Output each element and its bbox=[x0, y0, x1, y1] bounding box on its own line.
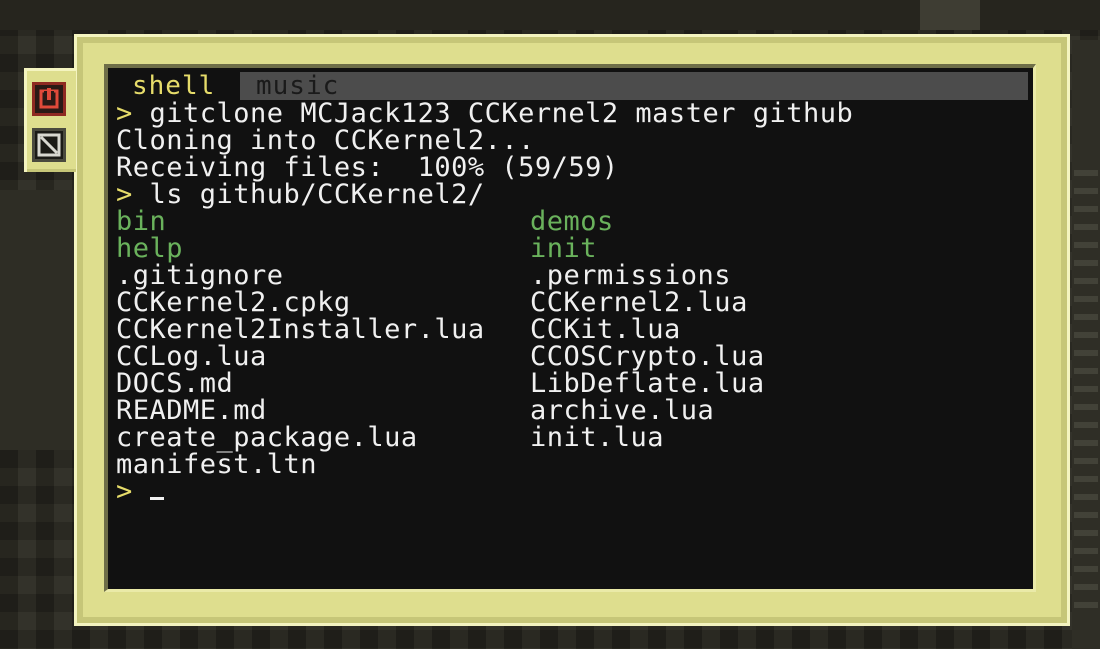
listing-directory: help bbox=[116, 233, 184, 264]
listing-directory: demos bbox=[530, 206, 614, 237]
listing-file: init.lua bbox=[530, 422, 665, 453]
terminal-line: Receiving files: 100% (59/59) bbox=[116, 152, 619, 183]
no-entry-icon bbox=[37, 133, 61, 157]
command-text: ls github/CCKernel2/ bbox=[149, 179, 485, 210]
listing-file: CCKit.lua bbox=[530, 314, 681, 345]
listing-file: .permissions bbox=[530, 260, 732, 291]
listing-file: CCKernel2.lua bbox=[530, 287, 748, 318]
world-edge-pattern bbox=[1074, 170, 1098, 610]
prompt-symbol: > bbox=[116, 476, 150, 507]
listing-file: DOCS.md bbox=[116, 368, 234, 399]
listing-file: README.md bbox=[116, 395, 267, 426]
tab-shell[interactable]: shell bbox=[112, 72, 240, 100]
listing-file: CCKernel2Installer.lua bbox=[116, 314, 485, 345]
listing-file: CCLog.lua bbox=[116, 341, 267, 372]
listing-directory: bin bbox=[116, 206, 167, 237]
input-line[interactable]: > bbox=[116, 478, 164, 505]
world-block-left bbox=[0, 190, 74, 450]
terminal-screen[interactable]: shell music > gitclone MCJack123 CCKerne… bbox=[104, 64, 1036, 592]
power-icon bbox=[39, 88, 59, 109]
tab-music[interactable]: music bbox=[240, 72, 440, 100]
listing-file: create_package.lua bbox=[116, 422, 418, 453]
terminal-line: > ls github/CCKernel2/ bbox=[116, 181, 485, 208]
listing-file: CCOSCrypto.lua bbox=[530, 341, 765, 372]
terminal-line: Cloning into CCKernel2... bbox=[116, 125, 535, 156]
listing-file: CCKernel2.cpkg bbox=[116, 287, 351, 318]
listing-directory: init bbox=[530, 233, 598, 264]
listing-file: manifest.ltn bbox=[116, 449, 318, 480]
listing-file: LibDeflate.lua bbox=[530, 368, 765, 399]
text-cursor bbox=[149, 497, 164, 500]
terminate-button[interactable] bbox=[32, 128, 66, 162]
power-button[interactable] bbox=[32, 82, 66, 116]
world-block-top-right bbox=[920, 0, 980, 30]
terminal-line: > gitclone MCJack123 CCKernel2 master gi… bbox=[116, 100, 853, 127]
listing-file: archive.lua bbox=[530, 395, 715, 426]
listing-file: .gitignore bbox=[116, 260, 284, 291]
tab-bar: shell music bbox=[112, 72, 1028, 100]
